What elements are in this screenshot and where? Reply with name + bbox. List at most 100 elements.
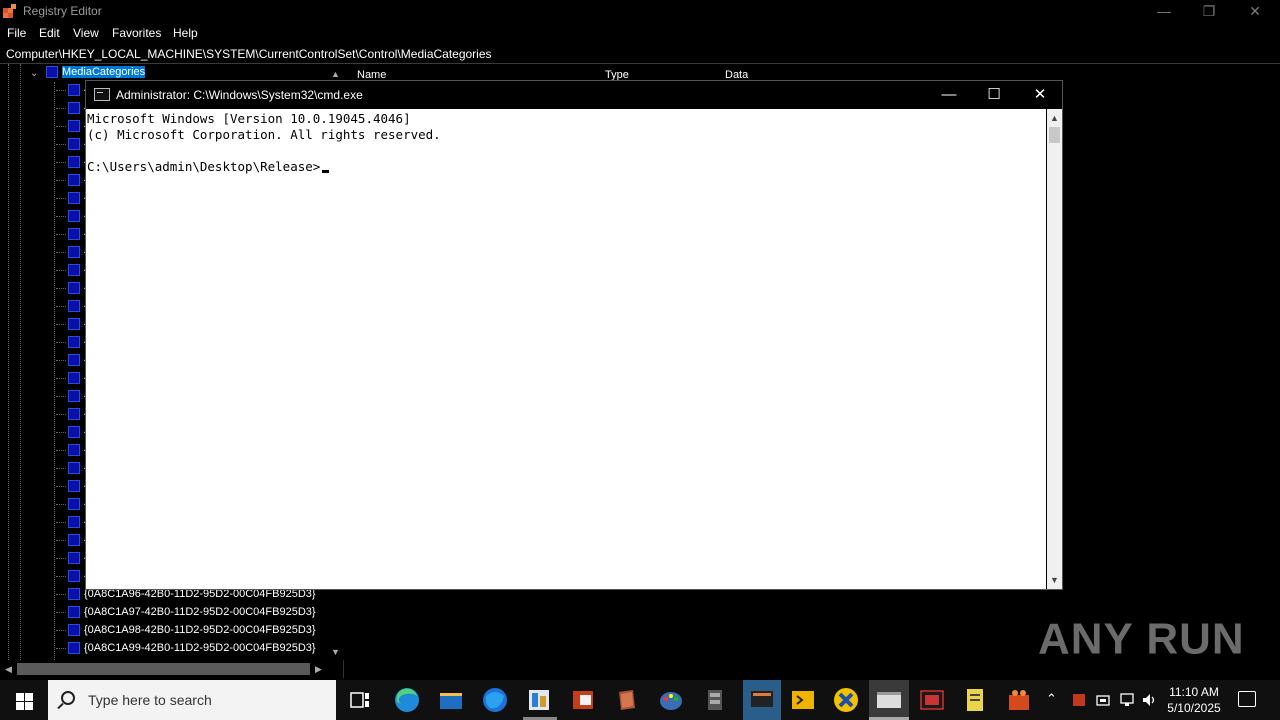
folder-icon — [68, 426, 80, 439]
folder-icon — [68, 480, 80, 493]
tree-connector — [56, 467, 66, 469]
media-app-icon[interactable] — [918, 686, 946, 714]
tree-node[interactable]: {0A8C1A97-42B0-11D2-95D2-00C04FB925D3} — [56, 606, 316, 624]
chevron-down-icon[interactable]: ⌄ — [30, 68, 38, 79]
book-app-icon[interactable] — [613, 686, 641, 714]
tree-horizontal-scrollbar[interactable]: ◀ ▶ — [0, 661, 327, 678]
close-icon[interactable]: ✕ — [1232, 0, 1278, 22]
cmd-taskbar-icon[interactable] — [869, 680, 909, 720]
tree-node[interactable]: { — [56, 354, 88, 372]
tree-node[interactable]: { — [56, 516, 88, 534]
folder-icon — [68, 84, 80, 97]
minimize-icon[interactable]: — — [1141, 0, 1187, 22]
console-line: (c) Microsoft Corporation. All rights re… — [87, 127, 441, 142]
menu-view[interactable]: View — [73, 26, 99, 40]
tree-node[interactable]: { — [56, 390, 88, 408]
package-app-icon[interactable] — [1005, 686, 1033, 714]
tree-node[interactable]: { — [56, 336, 88, 354]
tree-connector — [56, 179, 66, 181]
tree-connector — [56, 593, 66, 595]
scrollbar-thumb[interactable] — [1049, 127, 1060, 143]
tree-connector — [56, 539, 66, 541]
scroll-right-icon[interactable]: ▶ — [310, 661, 327, 678]
archive-app-icon[interactable] — [701, 686, 729, 714]
cmd-close-icon[interactable]: ✕ — [1017, 81, 1063, 109]
office-app-icon[interactable] — [569, 686, 597, 714]
menu-file[interactable]: File — [7, 26, 26, 40]
tree-node[interactable]: { — [56, 210, 88, 228]
tree-node[interactable]: { — [56, 246, 88, 264]
tree-node[interactable]: { — [56, 120, 88, 138]
tree-node[interactable]: { — [56, 426, 88, 444]
tree-node[interactable]: { — [56, 84, 88, 102]
terminal-app-icon[interactable] — [789, 686, 817, 714]
tool-app-icon[interactable] — [832, 686, 860, 714]
tree-node[interactable]: { — [56, 264, 88, 282]
task-view-icon[interactable] — [346, 686, 374, 714]
registry-title-bar[interactable]: Registry Editor — ❐ ✕ — [0, 0, 1280, 22]
cmd-vertical-scrollbar[interactable]: ▲ ▼ — [1047, 109, 1062, 589]
tree-connector — [56, 143, 66, 145]
start-button[interactable] — [0, 680, 48, 720]
file-explorer-icon[interactable] — [437, 686, 465, 714]
folder-icon — [68, 534, 80, 547]
scroll-up-icon[interactable]: ▲ — [1047, 110, 1062, 126]
taskbar-clock[interactable]: 11:10 AM 5/10/2025 — [1162, 684, 1226, 716]
scroll-left-icon[interactable]: ◀ — [0, 661, 17, 678]
tree-connector — [56, 557, 66, 559]
address-bar[interactable]: Computer\HKEY_LOCAL_MACHINE\SYSTEM\Curre… — [0, 44, 1280, 64]
folder-icon — [68, 228, 80, 241]
tree-node[interactable]: { — [56, 480, 88, 498]
tree-node[interactable]: { — [56, 138, 88, 156]
tree-node[interactable]: { — [56, 318, 88, 336]
tree-node[interactable]: {0A8C1A98-42B0-11D2-95D2-00C04FB925D3} — [56, 624, 316, 642]
tree-guide-line — [8, 64, 9, 678]
scroll-down-icon[interactable]: ▼ — [327, 644, 344, 660]
tree-node[interactable]: { — [56, 444, 88, 462]
tree-connector — [56, 431, 66, 433]
cmd-title-bar[interactable]: Administrator: C:\Windows\System32\cmd.e… — [86, 81, 1062, 109]
notepad-app-icon[interactable] — [961, 686, 989, 714]
tree-node[interactable]: {0A8C1A99-42B0-11D2-95D2-00C04FB925D3} — [56, 642, 316, 660]
tray-app-icon[interactable] — [1071, 692, 1087, 708]
tree-node[interactable]: { — [56, 534, 88, 552]
volume-icon[interactable] — [1141, 692, 1159, 708]
menu-favorites[interactable]: Favorites — [112, 26, 161, 40]
tree-node[interactable]: { — [56, 498, 88, 516]
taskbar-search-box[interactable]: Type here to search — [48, 680, 336, 720]
cmd-maximize-icon[interactable]: ☐ — [971, 81, 1017, 109]
app-icon[interactable] — [525, 686, 553, 714]
menu-edit[interactable]: Edit — [39, 26, 60, 40]
tree-node[interactable]: { — [56, 408, 88, 426]
registry-taskbar-icon[interactable] — [743, 680, 781, 720]
tree-node[interactable]: { — [56, 192, 88, 210]
tree-node[interactable]: { — [56, 156, 88, 174]
tree-node[interactable]: { — [56, 228, 88, 246]
network-icon[interactable] — [1118, 692, 1136, 708]
tray-network-app-icon[interactable] — [1095, 692, 1111, 708]
maximize-icon[interactable]: ❐ — [1186, 0, 1232, 22]
tree-node[interactable]: { — [56, 102, 88, 120]
tree-node[interactable]: { — [56, 300, 88, 318]
console-output[interactable]: Microsoft Windows [Version 10.0.19045.40… — [86, 109, 1046, 589]
tree-node[interactable]: { — [56, 282, 88, 300]
menu-help[interactable]: Help — [173, 26, 198, 40]
tree-connector — [56, 629, 66, 631]
paint-app-icon[interactable] — [657, 686, 685, 714]
search-icon — [61, 691, 75, 705]
firefox-icon[interactable] — [481, 686, 509, 714]
tree-node[interactable]: { — [56, 570, 88, 588]
edge-browser-icon[interactable] — [393, 686, 421, 714]
notification-icon[interactable] — [1238, 691, 1256, 707]
tree-node[interactable]: { — [56, 372, 88, 390]
scroll-down-icon[interactable]: ▼ — [1047, 572, 1062, 588]
chevron-up-icon[interactable]: ⌃ — [1046, 691, 1057, 720]
tree-node[interactable]: {0A8C1A96-42B0-11D2-95D2-00C04FB925D3} — [56, 588, 316, 606]
tree-node[interactable]: { — [56, 462, 88, 480]
console-line: Microsoft Windows [Version 10.0.19045.40… — [87, 111, 411, 126]
tree-connector — [56, 215, 66, 217]
cmd-minimize-icon[interactable]: — — [926, 81, 972, 109]
tree-node[interactable]: { — [56, 552, 88, 570]
tree-node[interactable]: { — [56, 174, 88, 192]
scrollbar-thumb[interactable] — [17, 663, 310, 675]
